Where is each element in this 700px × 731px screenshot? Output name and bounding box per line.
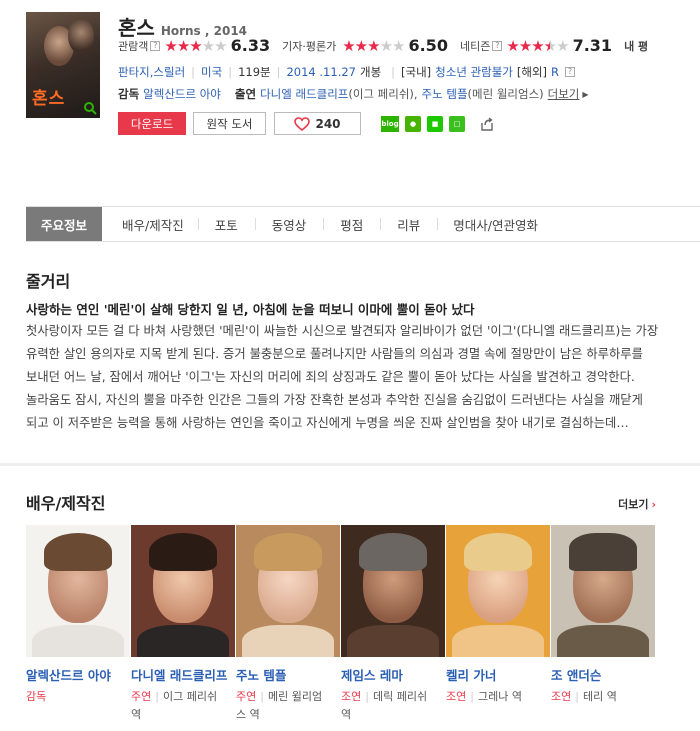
help-icon[interactable]: ? bbox=[492, 40, 503, 51]
tab-cast-crew[interactable]: 배우/제작진 bbox=[108, 207, 198, 241]
rating-audience: 관람객 ? ★★★★★ 6.33 bbox=[118, 36, 270, 55]
movie-info: 판타지, 스릴러 | 미국 | 119분 | 2014 .11.27 개봉 | … bbox=[118, 64, 579, 80]
original-book-button[interactable]: 원작 도서 bbox=[193, 112, 266, 135]
director-link[interactable]: 알렉산드르 아야 bbox=[143, 86, 221, 102]
cast-photo[interactable] bbox=[341, 525, 445, 657]
country-link[interactable]: 미국 bbox=[201, 64, 222, 80]
tab-reviews[interactable]: 리뷰 bbox=[380, 207, 437, 241]
like-count: 240 bbox=[315, 116, 341, 131]
more-label: 더보기 bbox=[618, 498, 649, 511]
tab-quotes-related[interactable]: 명대사/연관영화 bbox=[437, 207, 554, 241]
domestic-rating-link[interactable]: 청소년 관람불가 bbox=[435, 64, 513, 80]
cast-photo[interactable] bbox=[236, 525, 340, 657]
poster-figure bbox=[68, 18, 94, 54]
share-out-icon[interactable] bbox=[479, 116, 495, 132]
cast-section-title: 배우/제작진 bbox=[26, 494, 106, 513]
more-credits-link[interactable]: 더보기 bbox=[548, 86, 580, 102]
cast-name[interactable]: 주노 템플 bbox=[236, 665, 338, 684]
cast-link[interactable]: 주노 템플 bbox=[422, 86, 468, 102]
cast-name[interactable]: 조 앤더슨 bbox=[551, 665, 653, 684]
divider: | bbox=[391, 65, 396, 79]
cast-card[interactable]: 켈리 가너 조연 | 그레나 역 bbox=[446, 525, 551, 724]
tab-main-info[interactable]: 주요정보 bbox=[26, 207, 103, 241]
heart-icon bbox=[294, 116, 311, 131]
cast-card[interactable]: 주노 템플 주연 | 메린 윌리엄스 역 bbox=[236, 525, 341, 724]
action-bar: 다운로드 원작 도서 240 blog ● ■ □ bbox=[118, 112, 501, 135]
like-button[interactable]: 240 bbox=[274, 112, 361, 135]
overseas-rating-link[interactable]: R bbox=[551, 65, 559, 79]
share-buttons: blog ● ■ □ bbox=[381, 115, 501, 132]
ratings-row: 관람객 ? ★★★★★ 6.33 기자·평론가 ★★★★★ 6.50 네티즌 ?… bbox=[118, 36, 648, 55]
credits-line: 감독 알렉산드르 아야 출연 다니엘 래드클리프 (이그 페리쉬), 주노 템플… bbox=[118, 86, 589, 102]
cast-card[interactable]: 알렉산드르 아야 감독 bbox=[26, 525, 131, 724]
tab-bar: 주요정보 배우/제작진 포토 동영상 평점 리뷰 명대사/연관영화 bbox=[26, 206, 700, 242]
release-date-link[interactable]: 2014 .11.27 bbox=[286, 65, 356, 79]
cast-photo[interactable] bbox=[26, 525, 130, 657]
cast-role: (이그 페리쉬), bbox=[348, 87, 418, 101]
cast-name[interactable]: 알렉산드르 아야 bbox=[26, 665, 128, 684]
runtime: 119분 bbox=[238, 65, 271, 79]
cast-role: 주연 | 메린 윌리엄스 역 bbox=[236, 690, 323, 721]
cast-link[interactable]: 다니엘 래드클리프 bbox=[260, 86, 348, 102]
cast-list: 알렉산드르 아야 감독 다니엘 래드클리프 주연 | 이그 페리쉬 역 주노 템플 … bbox=[26, 525, 656, 724]
cast-name[interactable]: 다니엘 래드클리프 bbox=[131, 665, 233, 684]
download-button[interactable]: 다운로드 bbox=[118, 112, 186, 135]
cast-role: 조연 | 데릭 페리쉬 역 bbox=[341, 690, 428, 721]
cast-role: 감독 bbox=[26, 690, 47, 703]
release-suffix: 개봉 bbox=[359, 65, 382, 79]
caret-right-icon: ▶ bbox=[582, 89, 589, 99]
cast-name[interactable]: 켈리 가너 bbox=[446, 665, 548, 684]
cast-name[interactable]: 제임스 레마 bbox=[341, 665, 443, 684]
my-rating-label[interactable]: 내 평 bbox=[624, 38, 648, 54]
band-share-icon[interactable]: □ bbox=[449, 115, 465, 132]
rating-label: 기자·평론가 bbox=[282, 39, 337, 53]
cast-role: (메린 윌리엄스) bbox=[467, 87, 544, 101]
rating-critics: 기자·평론가 ★★★★★ 6.50 bbox=[282, 36, 448, 55]
cast-photo[interactable] bbox=[551, 525, 655, 657]
rating-label: 네티즌 bbox=[459, 39, 491, 53]
cast-card[interactable]: 조 앤더슨 조연 | 테리 역 bbox=[551, 525, 656, 724]
cast-role: 주연 | 이그 페리쉬 역 bbox=[131, 690, 218, 721]
help-icon[interactable]: ? bbox=[565, 67, 576, 77]
synopsis-headline: 사랑하는 연인 '메린'이 살해 당한지 일 년, 아침에 눈을 떠보니 이마에… bbox=[26, 302, 475, 317]
cast-card[interactable]: 다니엘 래드클리프 주연 | 이그 페리쉬 역 bbox=[131, 525, 236, 724]
overseas-label: [해외] bbox=[516, 65, 548, 79]
movie-poster[interactable]: 혼스 bbox=[26, 12, 100, 118]
star-rating: ★★★★★ bbox=[342, 36, 405, 55]
cast-role: 조연 | 그레나 역 bbox=[446, 690, 522, 703]
blog-share-icon[interactable]: blog bbox=[381, 115, 399, 132]
poster-title: 혼스 bbox=[32, 89, 66, 109]
zoom-icon[interactable] bbox=[83, 101, 97, 115]
star-rating: ★★★★★ bbox=[164, 36, 227, 55]
bookmark-share-icon[interactable]: ■ bbox=[427, 115, 443, 132]
tab-photo[interactable]: 포토 bbox=[197, 207, 255, 241]
cast-photo[interactable] bbox=[131, 525, 235, 657]
rating-score: 6.50 bbox=[408, 36, 448, 55]
cast-card[interactable]: 제임스 레마 조연 | 데릭 페리쉬 역 bbox=[341, 525, 446, 724]
chevron-right-icon: › bbox=[651, 497, 656, 511]
synopsis-body: 첫사랑이자 모든 걸 다 바쳐 사랑했던 '메린'이 싸늘한 시신으로 발견되자… bbox=[26, 324, 659, 430]
rating-score: 7.31 bbox=[572, 36, 613, 55]
divider: | bbox=[191, 65, 196, 79]
synopsis-title: 줄거리 bbox=[26, 272, 71, 291]
star-rating: ★★★★★ bbox=[506, 36, 569, 55]
cafe-share-icon[interactable]: ● bbox=[405, 115, 421, 132]
genre-link[interactable]: 스릴러 bbox=[153, 64, 185, 80]
genre-link[interactable]: 판타지 bbox=[118, 64, 150, 80]
rating-netizen: 네티즌 ? ★★★★★ 7.31 bbox=[460, 36, 612, 55]
director-label: 감독 bbox=[118, 87, 140, 101]
tab-ratings[interactable]: 평점 bbox=[323, 207, 380, 241]
domestic-label: [국내] bbox=[401, 65, 432, 79]
rating-score: 6.33 bbox=[230, 36, 271, 55]
divider: | bbox=[276, 65, 281, 79]
cast-photo[interactable] bbox=[446, 525, 550, 657]
tab-video[interactable]: 동영상 bbox=[254, 207, 324, 241]
section-divider bbox=[0, 463, 700, 466]
rating-label: 관람객 bbox=[118, 39, 149, 53]
cast-role: 조연 | 테리 역 bbox=[551, 690, 617, 703]
divider: | bbox=[228, 65, 233, 79]
cast-label: 출연 bbox=[234, 87, 257, 101]
cast-more-link[interactable]: 더보기 › bbox=[618, 496, 656, 512]
help-icon[interactable]: ? bbox=[150, 40, 161, 51]
